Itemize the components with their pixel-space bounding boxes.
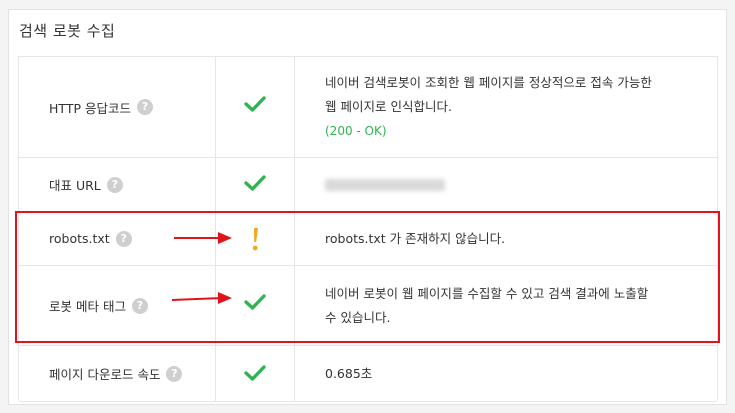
panel-title: 검색 로봇 수집 bbox=[19, 22, 116, 40]
description-line: 수 있습니다. bbox=[325, 309, 391, 325]
check-icon bbox=[244, 365, 266, 381]
help-icon[interactable]: ? bbox=[115, 230, 132, 247]
row-description: 0.685초 bbox=[295, 346, 717, 401]
check-icon bbox=[244, 96, 266, 112]
description-line: 0.685초 bbox=[325, 365, 373, 381]
annotation-arrow-robot-meta bbox=[171, 292, 232, 304]
help-icon[interactable]: ? bbox=[106, 176, 123, 193]
row-label-cell: 대표 URL ? bbox=[19, 158, 216, 211]
robot-collection-table: HTTP 응답코드 ? 네이버 검색로봇이 조회한 웹 페이지를 정상적으로 접… bbox=[18, 56, 718, 402]
status-cell bbox=[216, 158, 295, 211]
row-description: robots.txt 가 존재하지 않습니다. bbox=[295, 212, 717, 265]
response-code: (200 - OK) bbox=[325, 124, 387, 138]
table-row-download-speed: 페이지 다운로드 속도 ? 0.685초 bbox=[19, 346, 717, 402]
row-label-cell: HTTP 응답코드 ? bbox=[19, 57, 216, 157]
help-icon[interactable]: ? bbox=[166, 365, 183, 382]
row-description: 네이버 검색로봇이 조회한 웹 페이지를 정상적으로 접속 가능한 웹 페이지로… bbox=[295, 57, 717, 157]
status-cell bbox=[216, 346, 295, 401]
row-label: 대표 URL bbox=[49, 178, 101, 193]
annotation-arrow-robots-txt bbox=[174, 232, 232, 244]
description-line: 네이버 로봇이 웹 페이지를 수집할 수 있고 검색 결과에 노출할 bbox=[325, 285, 649, 301]
description-line: 네이버 검색로봇이 조회한 웹 페이지를 정상적으로 접속 가능한 bbox=[325, 75, 652, 90]
status-cell bbox=[216, 57, 295, 157]
description-line: robots.txt 가 존재하지 않습니다. bbox=[325, 230, 506, 246]
description-line: 웹 페이지로 인식합니다. bbox=[325, 99, 452, 114]
check-icon bbox=[244, 175, 266, 191]
check-icon bbox=[244, 294, 266, 310]
row-label: HTTP 응답코드 bbox=[49, 100, 131, 116]
row-label: 로봇 메타 태그 bbox=[49, 299, 126, 314]
robot-collection-panel: 검색 로봇 수집 HTTP 응답코드 ? 네이버 검색로봇이 조회한 웹 페이지… bbox=[8, 9, 727, 405]
table-row-robots-txt: robots.txt ? robots.txt 가 존재하지 않습니다. bbox=[19, 212, 717, 266]
row-label: robots.txt bbox=[49, 231, 110, 246]
warning-icon bbox=[252, 228, 258, 251]
redacted-url bbox=[325, 178, 445, 191]
table-row-robot-meta-tag: 로봇 메타 태그 ? 네이버 로봇이 웹 페이지를 수집할 수 있고 검색 결과… bbox=[19, 266, 717, 346]
row-label: 페이지 다운로드 속도 bbox=[49, 367, 161, 382]
help-icon[interactable]: ? bbox=[136, 99, 153, 115]
table-row-http-response: HTTP 응답코드 ? 네이버 검색로봇이 조회한 웹 페이지를 정상적으로 접… bbox=[19, 57, 717, 158]
help-icon[interactable]: ? bbox=[131, 297, 148, 314]
table-row-canonical-url: 대표 URL ? bbox=[19, 158, 717, 212]
row-label-cell: 페이지 다운로드 속도 ? bbox=[19, 346, 216, 401]
row-description: 네이버 로봇이 웹 페이지를 수집할 수 있고 검색 결과에 노출할 수 있습니… bbox=[295, 266, 717, 345]
row-description bbox=[295, 158, 717, 211]
